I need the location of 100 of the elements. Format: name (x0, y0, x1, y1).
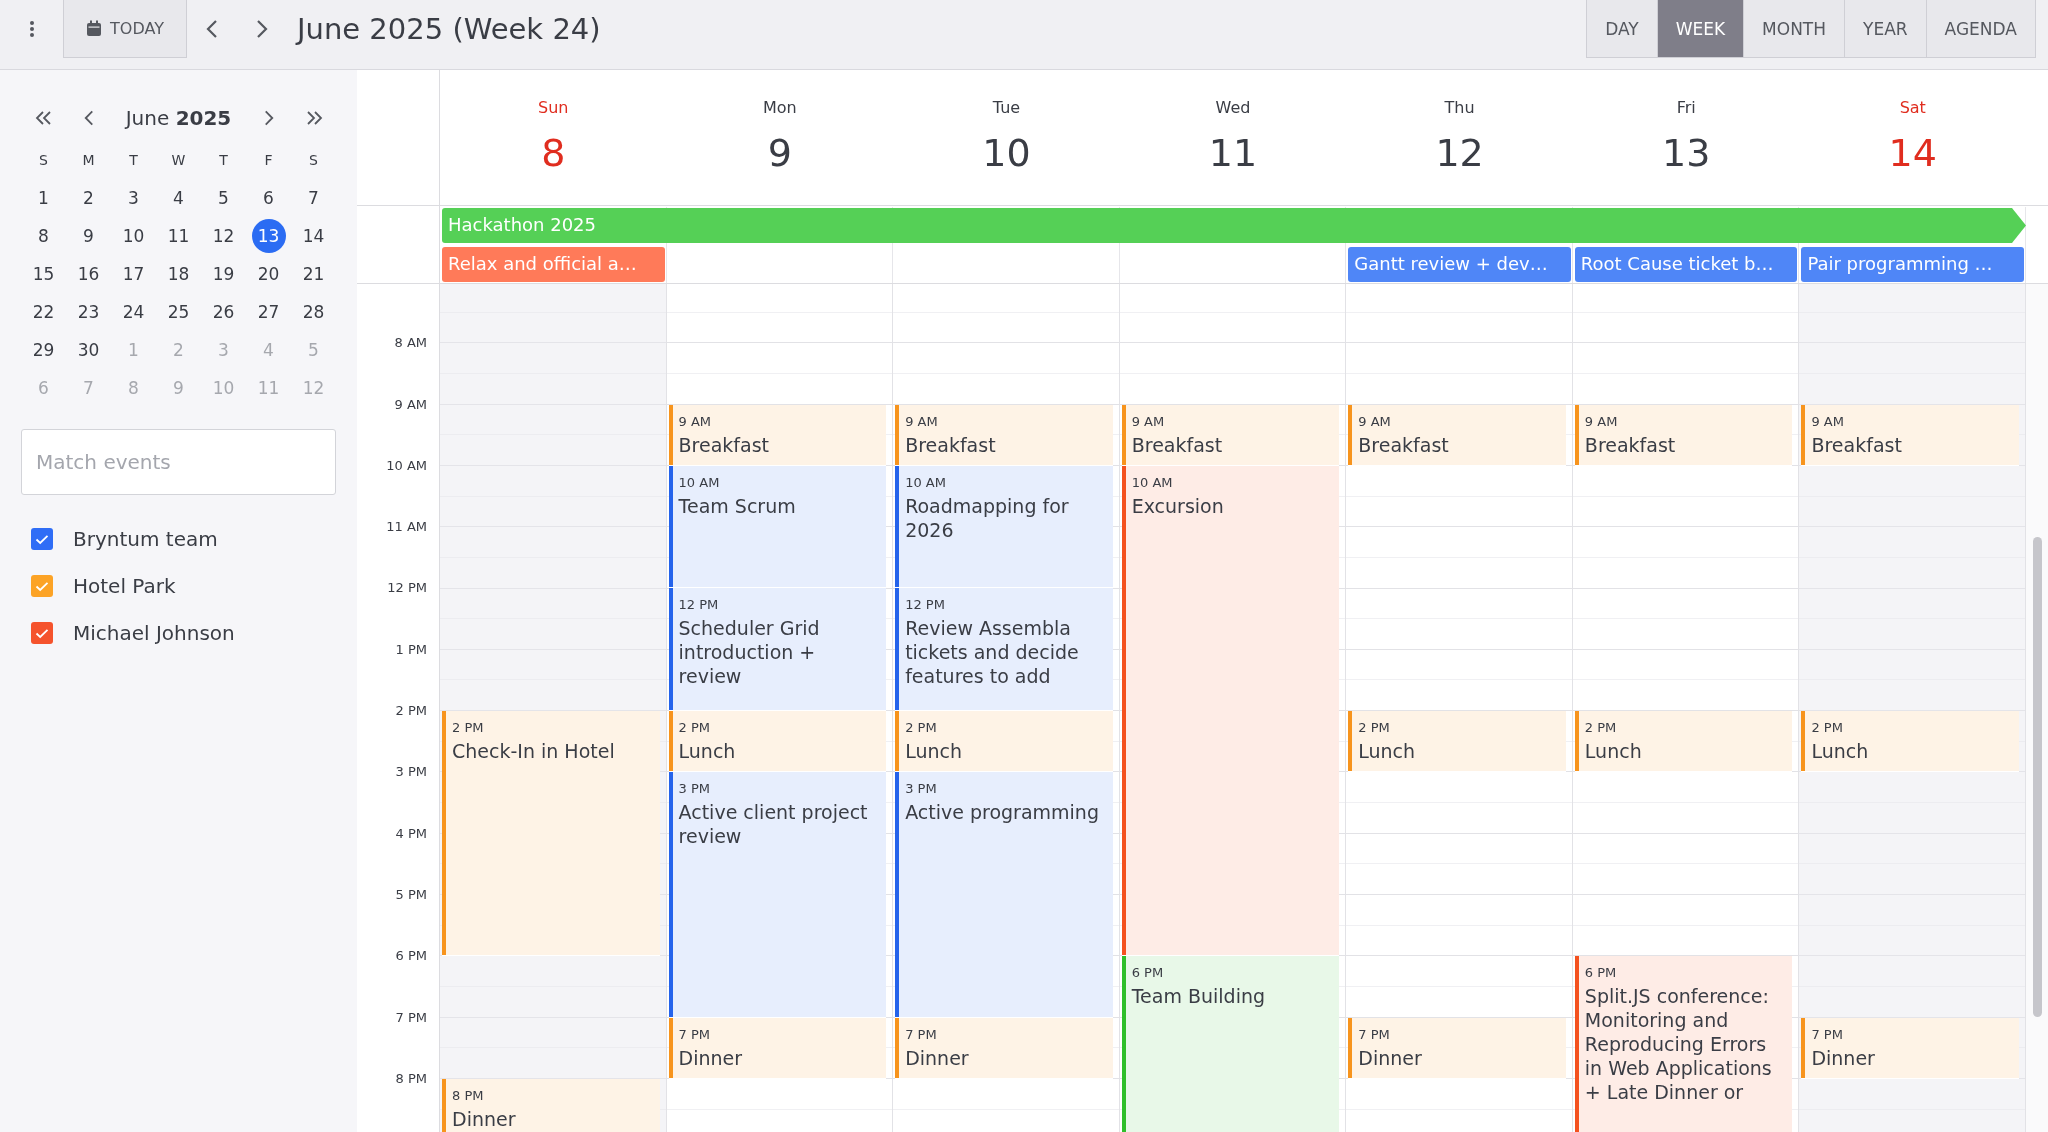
calendar-day[interactable]: 8 (26, 219, 61, 253)
event-card[interactable]: 9 AM Breakfast (1574, 404, 1793, 466)
event-card[interactable]: 9 AM Breakfast (1348, 404, 1566, 466)
month-title: June 2025 (123, 106, 233, 130)
event-time: 6 PM (1584, 964, 1618, 983)
chevron-left-icon[interactable] (205, 18, 219, 40)
calendar-day[interactable]: 23 (71, 295, 106, 329)
calendar-day[interactable]: 6 (251, 181, 286, 215)
event-card[interactable]: 9 AM Breakfast (668, 404, 887, 466)
event-card[interactable]: 3 PM Active client project review (668, 772, 887, 1018)
event-title: Breakfast (905, 432, 997, 457)
chevron-right-icon[interactable] (255, 18, 269, 40)
event-card[interactable]: 9 AM Breakfast (1801, 404, 2019, 466)
event-time: 9 AM (678, 412, 713, 431)
hour-label: 6 PM (395, 948, 427, 964)
calendar-day[interactable]: 25 (161, 295, 196, 329)
check-icon (35, 627, 49, 639)
calendar-day[interactable]: 21 (296, 257, 331, 291)
day-number[interactable]: 13 (1662, 131, 1711, 175)
hour-label: 11 AM (386, 519, 427, 535)
view-tab[interactable]: DAY (1587, 0, 1657, 57)
event-card[interactable]: 7 PM Dinner (895, 1017, 1113, 1079)
calendar-day[interactable]: 3 (116, 181, 151, 215)
event-card[interactable]: 7 PM Dinner (1348, 1017, 1566, 1079)
view-tab[interactable]: YEAR (1844, 0, 1926, 57)
view-tab[interactable]: AGENDA (1925, 0, 2035, 57)
event-card[interactable]: 8 PM Dinner (442, 1078, 660, 1132)
calendar-day[interactable]: 7 (296, 181, 331, 215)
scrollbar[interactable] (2026, 284, 2048, 1132)
view-tab[interactable]: WEEK (1656, 0, 1744, 57)
event-card[interactable]: 9 AM Breakfast (1121, 404, 1340, 466)
calendar-day[interactable]: 5 (206, 181, 241, 215)
event-title: Team Building (1131, 984, 1267, 1009)
calendar-day[interactable]: 22 (26, 295, 61, 329)
search-field[interactable]: Match events (21, 429, 336, 495)
event-card[interactable]: 2 PM Lunch (668, 711, 887, 773)
calendar-day[interactable]: 16 (71, 257, 106, 291)
calendar-day[interactable]: 17 (116, 257, 151, 291)
event-time: 6 PM (1131, 964, 1165, 983)
event-card[interactable]: 10 AM Roadmapping for 2026 (895, 465, 1113, 589)
event-card[interactable]: 10 AM Excursion (1121, 465, 1340, 957)
event-card[interactable]: 2 PM Lunch (895, 711, 1113, 773)
event-card[interactable]: 2 PM Check-In in Hotel (442, 711, 660, 957)
calendar-day[interactable]: 9 (71, 219, 106, 253)
calendar-day[interactable]: 19 (206, 257, 241, 291)
event-card[interactable]: 6 PM Split.JS conference: Monitoring and Reproducing Errors in Web Applications + Late Dinner or (1574, 956, 1793, 1132)
calendar-day[interactable]: 28 (296, 295, 331, 329)
day-number[interactable]: 8 (541, 131, 566, 175)
event-card[interactable]: 2 PM Lunch (1574, 711, 1793, 773)
event-card[interactable]: 12 PM Scheduler Grid introduction + review (668, 588, 887, 712)
today-button[interactable]: TODAY (63, 0, 187, 58)
event-time: 10 AM (678, 473, 721, 492)
calendar-day[interactable]: 26 (206, 295, 241, 329)
event-time: 12 PM (905, 596, 946, 615)
calendar-day[interactable]: 10 (116, 219, 151, 253)
calendar-day[interactable]: 12 (206, 219, 241, 253)
day-number[interactable]: 14 (1888, 131, 1937, 175)
calendar-day[interactable]: 18 (161, 257, 196, 291)
checkbox[interactable] (31, 528, 53, 550)
event-card[interactable]: 7 PM Dinner (1801, 1017, 2019, 1079)
day-name: Fri (1676, 98, 1696, 117)
resource-label: Bryntum team (73, 527, 218, 551)
calendar-day[interactable]: 2 (71, 181, 106, 215)
event-card[interactable]: 10 AM Team Scrum (668, 465, 887, 589)
day-number[interactable]: 11 (1208, 131, 1258, 175)
event-card[interactable]: 9 AM Breakfast (895, 404, 1113, 466)
calendar-day[interactable]: 27 (251, 295, 286, 329)
period-title: June 2025 (Week 24) (297, 11, 601, 48)
calendar-day[interactable]: 13 (251, 219, 286, 253)
double-chevron-right-icon[interactable] (304, 110, 323, 126)
event-time: 9 AM (1811, 412, 1845, 431)
calendar-day[interactable]: 14 (296, 219, 331, 253)
double-chevron-left-icon[interactable] (34, 110, 53, 126)
day-number[interactable]: 12 (1435, 131, 1484, 175)
calendar-day[interactable]: 24 (116, 295, 151, 329)
event-time: 7 PM (1358, 1025, 1391, 1044)
chevron-left-icon[interactable] (82, 109, 95, 127)
hour-label: 7 PM (395, 1009, 427, 1025)
event-card[interactable]: 12 PM Review Assembla tickets and decide features to add (895, 588, 1113, 712)
checkbox[interactable] (31, 575, 53, 597)
calendar-day[interactable]: 4 (161, 181, 196, 215)
menu-icon[interactable] (28, 20, 35, 38)
day-number[interactable]: 9 (767, 131, 792, 175)
event-title: Team Scrum (678, 493, 797, 518)
event-card[interactable]: 6 PM Team Building (1121, 956, 1340, 1132)
checkbox[interactable] (31, 622, 53, 644)
calendar-day[interactable]: 30 (71, 333, 106, 367)
calendar-day[interactable]: 20 (251, 257, 286, 291)
chevron-right-icon[interactable] (262, 109, 275, 127)
event-card[interactable]: 2 PM Lunch (1801, 711, 2019, 773)
calendar-day[interactable]: 29 (26, 333, 61, 367)
calendar-day[interactable]: 15 (26, 257, 61, 291)
event-title: Roadmapping for 2026 (905, 493, 1070, 542)
day-number[interactable]: 10 (982, 131, 1031, 175)
event-card[interactable]: 7 PM Dinner (668, 1017, 887, 1079)
calendar-day[interactable]: 1 (26, 181, 61, 215)
view-tab[interactable]: MONTH (1743, 0, 1845, 57)
event-card[interactable]: 2 PM Lunch (1348, 711, 1566, 773)
calendar-day[interactable]: 11 (161, 219, 196, 253)
event-card[interactable]: 3 PM Active programming (895, 772, 1113, 1018)
